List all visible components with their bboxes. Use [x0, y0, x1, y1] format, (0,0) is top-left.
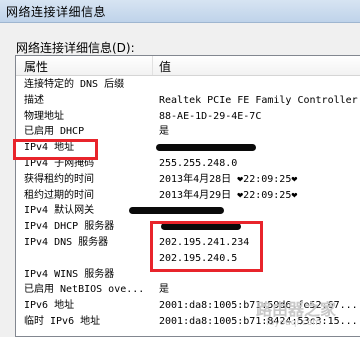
details-list[interactable]: 属性 值 连接特定的 DNS 后缀 描述 Realtek PCIe FE Fami…: [15, 55, 360, 337]
list-rows: 连接特定的 DNS 后缀 描述 Realtek PCIe FE Family Co…: [16, 77, 360, 330]
redaction-mark: [129, 207, 224, 215]
row-value: 2013年4月29日 ❤22:09:25❤: [159, 189, 298, 201]
row-property: IPv4 WINS 服务器: [24, 268, 115, 280]
row-property: IPv4 DHCP 服务器: [24, 221, 115, 233]
row-property: 临时 IPv6 地址: [24, 315, 101, 327]
list-row[interactable]: 物理地址 88-AE-1D-29-4E-7C: [16, 109, 360, 125]
highlight-box-ipv4-address: [13, 139, 98, 160]
watermark-url: luyouqi.com: [266, 318, 322, 328]
list-row[interactable]: 描述 Realtek PCIe FE Family Controller: [16, 93, 360, 109]
list-header: 属性 值: [16, 56, 360, 76]
row-property: IPv4 DNS 服务器: [24, 236, 109, 248]
title-bar: 网络连接详细信息: [0, 0, 360, 23]
row-property: 租约过期的时间: [24, 189, 94, 201]
details-section-label: 网络连接详细信息(D):: [16, 41, 135, 55]
row-property: IPv4 默认网关: [24, 205, 95, 217]
list-row[interactable]: 租约过期的时间 2013年4月29日 ❤22:09:25❤: [16, 188, 360, 204]
row-property: 已启用 NetBIOS ove...: [24, 284, 145, 296]
highlight-box-dns-servers: [150, 221, 263, 272]
column-header-property[interactable]: 属性: [24, 58, 48, 75]
window-title: 网络连接详细信息: [6, 5, 107, 19]
watermark: 路由器之家 luyouqi.com: [256, 296, 360, 331]
list-row[interactable]: 连接特定的 DNS 后缀: [16, 77, 360, 93]
row-property: 连接特定的 DNS 后缀: [24, 79, 125, 90]
row-property: 已启用 DHCP: [24, 126, 85, 138]
column-header-value[interactable]: 值: [159, 58, 171, 75]
row-value: 2013年4月28日 ❤22:09:25❤: [159, 173, 298, 185]
row-property: IPv6 地址: [24, 300, 75, 312]
list-row[interactable]: IPv4 默认网关: [16, 203, 360, 219]
row-property: 物理地址: [24, 110, 64, 122]
row-value: 是: [159, 126, 169, 138]
watermark-text: 路由器之家: [256, 300, 337, 319]
row-property: 描述: [24, 94, 44, 106]
list-row[interactable]: 获得租约的时间 2013年4月28日 ❤22:09:25❤: [16, 172, 360, 188]
redaction-mark: [156, 144, 256, 152]
row-value: 255.255.248.0: [159, 157, 238, 169]
row-property: 获得租约的时间: [24, 173, 94, 185]
row-value: 88-AE-1D-29-4E-7C: [159, 110, 262, 122]
row-value: Realtek PCIe FE Family Controller: [159, 94, 358, 106]
column-divider[interactable]: [152, 56, 153, 75]
row-value: 是: [159, 284, 169, 296]
list-row[interactable]: 已启用 DHCP 是: [16, 124, 360, 140]
